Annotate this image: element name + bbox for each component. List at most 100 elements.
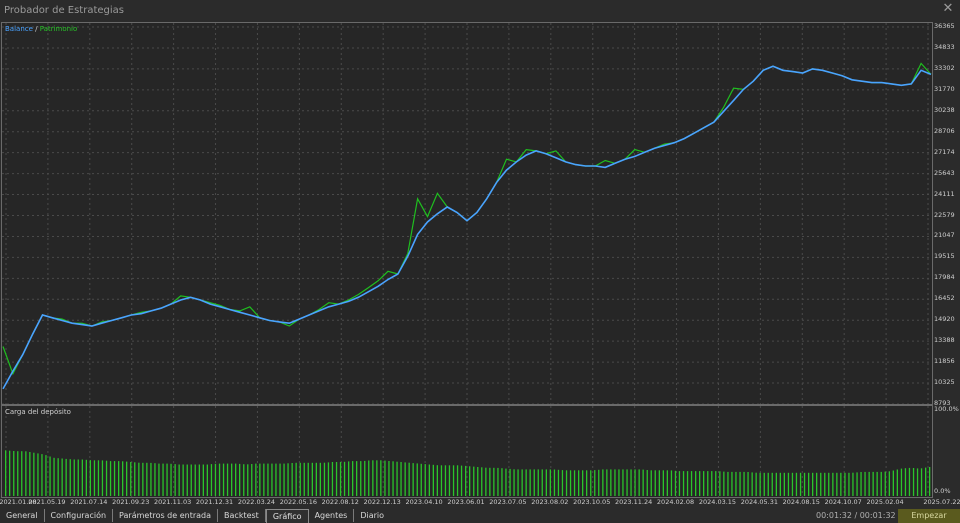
load-bar [481, 467, 483, 496]
load-bar [456, 465, 459, 496]
load-bar [45, 455, 47, 496]
balance-chart: Balance / Patrimonio [1, 22, 933, 405]
load-bar [352, 461, 354, 496]
load-bar [303, 462, 305, 496]
load-bar [311, 462, 313, 496]
load-bar [513, 469, 515, 496]
load-bar [291, 463, 293, 496]
load-bar [331, 462, 334, 496]
load-bar [404, 462, 406, 496]
load-bar [868, 471, 870, 496]
y-tick-label: 30238 [934, 105, 955, 114]
load-bar [925, 467, 927, 496]
x-tick-label: 2022.12.13 [363, 498, 401, 506]
load-bar [364, 460, 366, 496]
load-bar [412, 463, 414, 496]
load-bar [904, 468, 907, 496]
x-tick-label: 2025.07.22 [923, 498, 960, 506]
load-bar [190, 464, 192, 496]
load-bar [816, 472, 818, 496]
load-bar [356, 461, 358, 496]
load-bar [319, 462, 321, 496]
load-bar [158, 463, 160, 496]
load-bar [670, 470, 673, 496]
load-bar [719, 471, 721, 496]
load-bar [763, 472, 765, 496]
load-bar [368, 460, 370, 496]
load-bar [900, 468, 903, 496]
tab-par-metros-de-entrada[interactable]: Parámetros de entrada [113, 509, 219, 522]
chart-legend: Balance / Patrimonio [5, 25, 77, 33]
load-bar [380, 460, 382, 496]
load-bar [25, 451, 27, 496]
tab-gr-fico[interactable]: Gráfico [265, 508, 309, 523]
load-bar [920, 468, 923, 496]
x-tick-label: 2024.05.31 [740, 498, 778, 506]
x-tick-label: 2023.04.10 [405, 498, 443, 506]
x-axis: 2021.01.08 2021.05.19 2021.07.14 2021.09.23… [0, 497, 960, 508]
load-bar [299, 462, 301, 496]
load-bar [5, 450, 7, 496]
load-bar [525, 469, 527, 496]
load-bar [239, 463, 241, 496]
load-bar [29, 452, 31, 496]
load-bar [323, 462, 326, 496]
tab-diario[interactable]: Diario [354, 509, 390, 522]
load-bar [565, 470, 568, 496]
load-bar [638, 469, 640, 496]
load-bar [824, 472, 826, 496]
load-bar [872, 471, 874, 496]
load-bar [231, 463, 233, 496]
load-bar [235, 463, 237, 496]
start-button[interactable]: Empezar [898, 509, 960, 523]
load-bar [787, 472, 790, 496]
load-bar [803, 472, 806, 496]
close-icon[interactable]: ✕ [940, 1, 956, 17]
tab-configuraci-n[interactable]: Configuración [45, 509, 114, 522]
load-bar [828, 472, 830, 496]
load-bar [53, 457, 55, 496]
window-title: Probador de Estrategias [4, 4, 124, 16]
load-bar [392, 461, 394, 496]
load-bar [122, 461, 124, 496]
load-bar [142, 462, 144, 496]
load-bar [41, 454, 43, 496]
load-bar [610, 469, 612, 496]
x-tick-label: 2021.05.19 [28, 498, 66, 506]
tab-general[interactable]: General [0, 509, 45, 522]
tab-agentes[interactable]: Agentes [309, 509, 355, 522]
load-bar [150, 462, 152, 496]
load-bar [436, 465, 438, 496]
load-axis-bottom: 0.0% [934, 487, 951, 495]
load-bar [715, 471, 717, 496]
load-bar [634, 469, 636, 496]
x-tick-label: 2021.09.23 [112, 498, 150, 506]
load-bar [493, 467, 495, 496]
load-bar [690, 471, 693, 496]
load-bar [929, 467, 931, 496]
y-tick-label: 13388 [934, 336, 955, 345]
load-bar [674, 470, 677, 496]
load-bar [432, 464, 434, 496]
load-bar [210, 464, 213, 496]
load-bar [856, 472, 858, 496]
load-bar [578, 470, 580, 496]
load-bar [226, 463, 229, 496]
load-bar [582, 470, 584, 496]
load-bar [138, 462, 140, 496]
y-tick-label: 22579 [934, 210, 955, 219]
load-bar [65, 458, 67, 496]
load-bar [699, 471, 701, 496]
load-bar [134, 462, 136, 496]
load-bar [376, 460, 378, 496]
load-bar [279, 463, 281, 496]
load-bar [614, 469, 616, 496]
load-bar [686, 471, 689, 496]
load-bar [33, 452, 35, 496]
tab-backtest[interactable]: Backtest [218, 509, 266, 522]
load-bar [840, 472, 842, 496]
load-bar [424, 464, 426, 496]
load-bar [569, 470, 572, 496]
load-bar [884, 471, 886, 496]
load-bar [549, 469, 551, 496]
